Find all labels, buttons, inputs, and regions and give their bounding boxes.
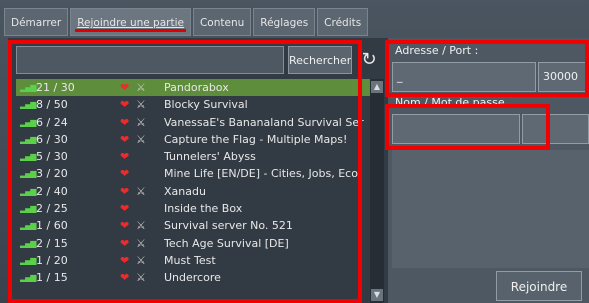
highlight-address — [385, 40, 589, 97]
tab-content[interactable]: Contenu — [192, 8, 252, 36]
tab-credits[interactable]: Crédits — [317, 8, 369, 36]
server-info-area — [392, 150, 589, 268]
highlight-server-list — [8, 40, 362, 303]
tab-join-game-label: Rejoindre une partie — [77, 17, 184, 29]
scroll-up-icon[interactable]: ▲ — [371, 81, 383, 93]
highlight-credentials — [385, 104, 550, 150]
tab-join-game[interactable]: Rejoindre une partie — [70, 8, 191, 36]
join-button[interactable]: Rejoindre — [496, 271, 582, 301]
tab-start[interactable]: Démarrer — [4, 8, 69, 36]
tab-settings[interactable]: Réglages — [253, 8, 316, 36]
tab-bar: Démarrer Rejoindre une partie Contenu Ré… — [4, 8, 370, 38]
server-list-scrollbar[interactable]: ▲ ▼ — [370, 79, 384, 303]
scroll-down-icon[interactable]: ▼ — [371, 289, 383, 301]
active-tab-indicator — [75, 29, 186, 32]
